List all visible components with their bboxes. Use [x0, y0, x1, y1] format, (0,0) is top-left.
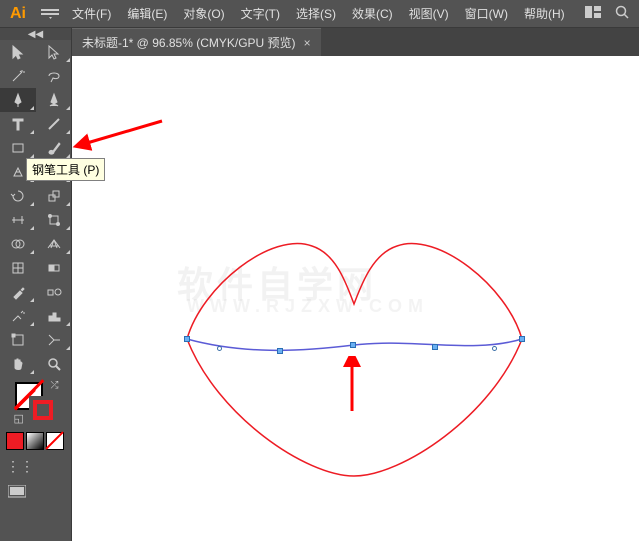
document-title: 未标题-1* @ 96.85% (CMYK/GPU 预览)	[82, 34, 296, 51]
default-fill-stroke-icon[interactable]: ◱	[14, 412, 24, 425]
menu-object[interactable]: 对象(O)	[175, 5, 232, 22]
canvas[interactable]: 软件自学网 WWW.RJZXW.COM	[72, 56, 639, 541]
menu-window[interactable]: 窗口(W)	[457, 5, 516, 22]
tool-artboard[interactable]	[0, 328, 36, 352]
bezier-handle[interactable]	[217, 346, 222, 351]
tool-magic-wand[interactable]	[0, 64, 36, 88]
tool-selection[interactable]	[0, 40, 36, 64]
app-logo: Ai	[0, 0, 36, 27]
anchor-point[interactable]	[277, 348, 283, 354]
fill-stroke-swatch[interactable]: ⤮ ◱	[15, 382, 57, 424]
anchor-point[interactable]	[519, 336, 525, 342]
menu-file[interactable]: 文件(F)	[64, 5, 119, 22]
tool-paintbrush[interactable]	[36, 136, 72, 160]
document-tab-bar: 未标题-1* @ 96.85% (CMYK/GPU 预览) ×	[72, 28, 639, 56]
panel-collapse-icon[interactable]: ◀◀	[0, 28, 71, 40]
tool-blend[interactable]	[36, 280, 72, 304]
menubar: Ai 文件(F) 编辑(E) 对象(O) 文字(T) 选择(S) 效果(C) 视…	[0, 0, 639, 28]
bezier-handle[interactable]	[492, 346, 497, 351]
tool-scale[interactable]	[36, 184, 72, 208]
tool-mesh[interactable]	[0, 256, 36, 280]
tool-eyedropper[interactable]	[0, 280, 36, 304]
menu-view[interactable]: 视图(V)	[401, 5, 457, 22]
color-gradient-button[interactable]	[26, 432, 44, 450]
tool-line-segment[interactable]	[36, 112, 72, 136]
close-tab-icon[interactable]: ×	[304, 36, 311, 50]
tool-pen[interactable]	[0, 88, 36, 112]
document-tab[interactable]: 未标题-1* @ 96.85% (CMYK/GPU 预览) ×	[72, 28, 321, 56]
menu-help[interactable]: 帮助(H)	[516, 5, 573, 22]
menu-select[interactable]: 选择(S)	[288, 5, 344, 22]
tool-hand[interactable]	[0, 352, 36, 376]
tool-type[interactable]	[0, 112, 36, 136]
tool-width[interactable]	[0, 208, 36, 232]
anchor-point[interactable]	[432, 344, 438, 350]
tool-lasso[interactable]	[36, 64, 72, 88]
color-solid-button[interactable]	[6, 432, 24, 450]
menu-edit[interactable]: 编辑(E)	[119, 5, 175, 22]
tool-free-transform[interactable]	[36, 208, 72, 232]
tool-slice[interactable]	[36, 328, 72, 352]
illustrator-window: Ai 文件(F) 编辑(E) 对象(O) 文字(T) 选择(S) 效果(C) 视…	[0, 0, 639, 541]
tool-gradient[interactable]	[36, 256, 72, 280]
annotation-arrow-bottom	[337, 356, 367, 416]
stroke-swatch[interactable]	[29, 396, 57, 424]
draw-mode-icon[interactable]: ⋮⋮	[0, 452, 71, 481]
tool-perspective-grid[interactable]	[36, 232, 72, 256]
tool-rotate[interactable]	[0, 184, 36, 208]
pen-tool-tooltip: 钢笔工具 (P)	[26, 158, 105, 181]
tool-direct-selection[interactable]	[36, 40, 72, 64]
tool-zoom[interactable]	[36, 352, 72, 376]
tool-rectangle[interactable]	[0, 136, 36, 160]
color-mode-buttons	[0, 430, 71, 452]
tools-panel: ◀◀ ⤮ ◱ ⋮⋮	[0, 28, 72, 541]
tool-shape-builder[interactable]	[0, 232, 36, 256]
search-icon[interactable]	[615, 5, 629, 22]
tool-symbol-sprayer[interactable]	[0, 304, 36, 328]
tool-curvature[interactable]	[36, 88, 72, 112]
menu-items: 文件(F) 编辑(E) 对象(O) 文字(T) 选择(S) 效果(C) 视图(V…	[64, 5, 573, 22]
menu-effect[interactable]: 效果(C)	[344, 5, 401, 22]
color-none-button[interactable]	[46, 432, 64, 450]
anchor-point[interactable]	[350, 342, 356, 348]
workspace-switcher-icon[interactable]	[585, 6, 601, 21]
tool-column-graph[interactable]	[36, 304, 72, 328]
annotation-arrow-top	[72, 111, 172, 151]
anchor-point[interactable]	[184, 336, 190, 342]
screen-mode-button[interactable]	[0, 481, 71, 503]
app-menu-dropdown-icon[interactable]	[36, 9, 64, 19]
menu-type[interactable]: 文字(T)	[233, 5, 288, 22]
swap-fill-stroke-icon[interactable]: ⤮	[51, 380, 59, 391]
